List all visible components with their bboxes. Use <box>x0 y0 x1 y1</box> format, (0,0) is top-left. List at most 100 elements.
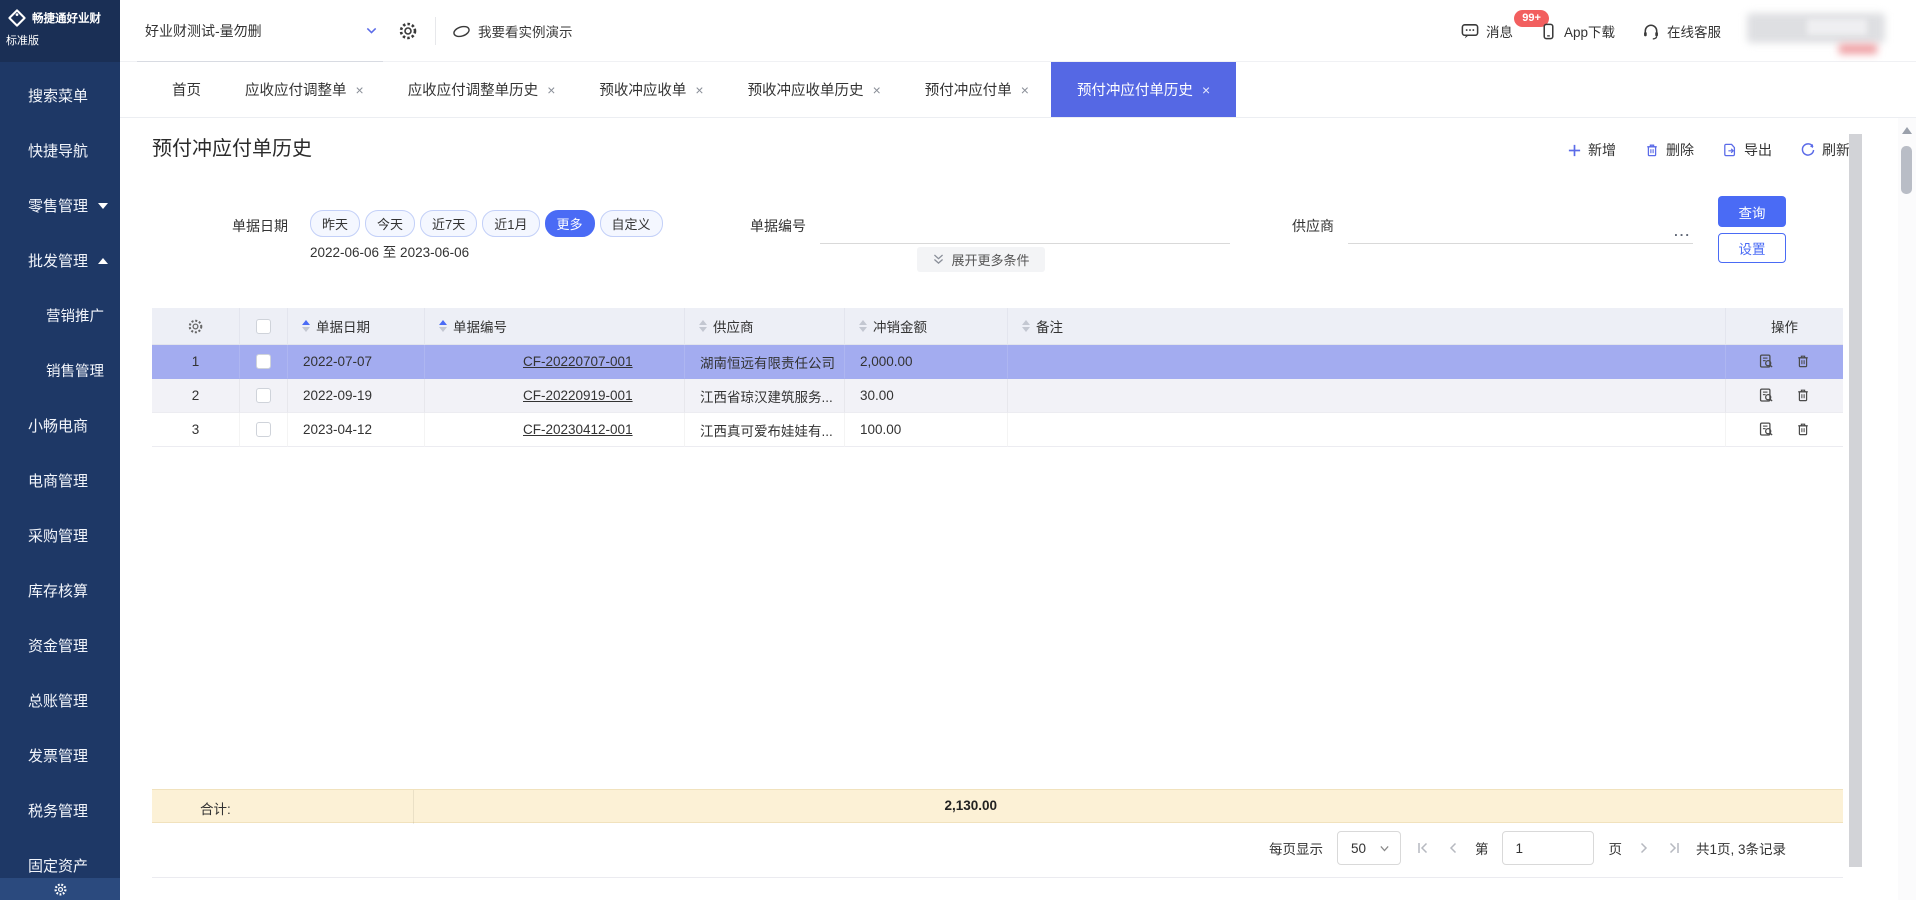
preset-yesterday[interactable]: 昨天 <box>310 210 360 237</box>
delete-row-icon[interactable] <box>1795 353 1811 370</box>
preset-more[interactable]: 更多 <box>545 210 595 237</box>
page-size-select[interactable]: 50 <box>1337 831 1401 865</box>
sidebar-item-marketing[interactable]: 营销推广 <box>0 288 120 343</box>
account-selector[interactable]: 好业财测试-量勿删 <box>137 0 383 62</box>
messages-button[interactable]: 消息 99+ <box>1460 21 1513 41</box>
sort-icons[interactable] <box>859 320 867 332</box>
sidebar-item-tax[interactable]: 税务管理 <box>0 783 120 838</box>
data-table: 单据日期 单据编号 供应商 冲销金额 备注 操作 <box>152 308 1843 447</box>
tab-prepay-offset[interactable]: 预付冲应付单× <box>903 62 1051 117</box>
view-detail-icon[interactable] <box>1758 421 1775 438</box>
view-detail-icon[interactable] <box>1758 387 1775 404</box>
support-button[interactable]: 在线客服 <box>1641 21 1721 41</box>
sidebar-item-invoice[interactable]: 发票管理 <box>0 728 120 783</box>
table-row[interactable]: 2 2022-09-19 CF-20220919-001 江西省琼汉建筑服务..… <box>152 379 1843 413</box>
tab-prepay-offset-history[interactable]: 预付冲应付单历史× <box>1051 62 1236 117</box>
sidebar-item-xiaochang-ecom[interactable]: 小畅电商 <box>0 398 120 453</box>
first-page-button[interactable] <box>1415 840 1431 856</box>
sidebar-item-wholesale[interactable]: 批发管理 <box>0 233 120 288</box>
sidebar-item-quick-nav[interactable]: 快捷导航 <box>0 123 120 178</box>
header-doc-no[interactable]: 单据编号 <box>425 308 685 345</box>
header-supplier[interactable]: 供应商 <box>685 308 845 345</box>
close-icon[interactable]: × <box>873 82 881 98</box>
table-row[interactable]: 1 2022-07-07 CF-20220707-001 湖南恒远有限责任公司 … <box>152 345 1843 379</box>
expand-more-conditions[interactable]: 展开更多条件 <box>917 247 1045 272</box>
sidebar-item-funds[interactable]: 资金管理 <box>0 618 120 673</box>
delete-row-icon[interactable] <box>1795 421 1811 438</box>
row-checkbox[interactable] <box>256 422 271 437</box>
gear-icon[interactable] <box>398 21 418 41</box>
preset-custom[interactable]: 自定义 <box>600 210 663 237</box>
sidebar-item-search-menu[interactable]: 搜索菜单 <box>0 68 120 123</box>
chevron-down-icon <box>98 203 108 209</box>
close-icon[interactable]: × <box>695 82 703 98</box>
sidebar-item-inventory[interactable]: 库存核算 <box>0 563 120 618</box>
cell-amount: 100.00 <box>845 413 1008 447</box>
message-icon <box>1460 21 1480 41</box>
scrollbar-thumb[interactable] <box>1901 146 1912 194</box>
preset-today[interactable]: 今天 <box>365 210 415 237</box>
sidebar-item-fixed-assets[interactable]: 固定资产 <box>0 838 120 878</box>
doc-no-link[interactable]: CF-20220707-001 <box>523 354 633 369</box>
close-icon[interactable]: × <box>1202 82 1210 98</box>
headset-icon <box>1641 21 1661 41</box>
sidebar-item-general-ledger[interactable]: 总账管理 <box>0 673 120 728</box>
header-remark[interactable]: 备注 <box>1008 308 1726 345</box>
preset-last1month[interactable]: 近1月 <box>482 210 539 237</box>
settings-button[interactable]: 设置 <box>1718 233 1786 263</box>
preset-last7days[interactable]: 近7天 <box>420 210 477 237</box>
delete-row-icon[interactable] <box>1795 387 1811 404</box>
close-icon[interactable]: × <box>547 82 555 98</box>
app-window: 畅捷通好业财 标准版 搜索菜单 快捷导航 零售管理 批发管理 营销推广 销售管理… <box>0 0 1916 900</box>
scroll-up-arrow-icon[interactable] <box>1902 127 1912 134</box>
date-range-value[interactable]: 2022-06-06 至 2023-06-06 <box>310 241 469 261</box>
demo-link[interactable]: 我要看实例演示 <box>452 0 573 62</box>
prev-page-button[interactable] <box>1445 840 1461 856</box>
close-icon[interactable]: × <box>356 82 364 98</box>
tab-prereceipt-offset[interactable]: 预收冲应收单× <box>577 62 725 117</box>
sort-icons[interactable] <box>1022 320 1030 332</box>
export-button[interactable]: 导出 <box>1722 140 1772 160</box>
next-page-button[interactable] <box>1636 840 1652 856</box>
sidebar-item-sales[interactable]: 销售管理 <box>0 343 120 398</box>
cell-supplier: 江西省琼汉建筑服务... <box>685 379 845 413</box>
page-scrollbar[interactable] <box>1898 118 1916 900</box>
doc-no-link[interactable]: CF-20230412-001 <box>523 422 633 437</box>
table-row[interactable]: 3 2023-04-12 CF-20230412-001 江西真可爱布娃娃有..… <box>152 413 1843 447</box>
column-settings-cell <box>152 308 240 345</box>
gear-icon[interactable] <box>187 318 204 335</box>
search-button[interactable]: 查询 <box>1718 196 1786 227</box>
sort-icons[interactable] <box>439 320 447 332</box>
header-amount[interactable]: 冲销金额 <box>845 308 1008 345</box>
close-icon[interactable]: × <box>1021 82 1029 98</box>
view-detail-icon[interactable] <box>1758 353 1775 370</box>
tab-prereceipt-offset-history[interactable]: 预收冲应收单历史× <box>726 62 903 117</box>
refresh-icon <box>1800 142 1816 158</box>
delete-button[interactable]: 删除 <box>1644 140 1694 160</box>
row-checkbox[interactable] <box>256 388 271 403</box>
gear-icon[interactable] <box>53 882 68 897</box>
sort-icons[interactable] <box>699 320 707 332</box>
row-checkbox[interactable] <box>256 354 271 369</box>
doc-no-input[interactable] <box>820 214 1230 244</box>
tab-ar-ap-adjust-history[interactable]: 应收应付调整单历史× <box>386 62 578 117</box>
sidebar-item-purchasing[interactable]: 采购管理 <box>0 508 120 563</box>
user-account-blurred[interactable] <box>1747 11 1885 51</box>
add-button[interactable]: 新增 <box>1567 140 1616 160</box>
last-page-button[interactable] <box>1666 840 1682 856</box>
sidebar-item-ecommerce[interactable]: 电商管理 <box>0 453 120 508</box>
supplier-input[interactable]: ... <box>1348 214 1693 244</box>
tab-home[interactable]: 首页 <box>150 62 223 117</box>
total-amount: 2,130.00 <box>845 798 1008 813</box>
header-date[interactable]: 单据日期 <box>288 308 425 345</box>
app-download-button[interactable]: App下载 <box>1539 21 1615 41</box>
supplier-picker-ellipsis[interactable]: ... <box>1674 224 1691 239</box>
refresh-button[interactable]: 刷新 <box>1800 140 1850 160</box>
content-scrollbar[interactable] <box>1849 134 1862 867</box>
doc-no-link[interactable]: CF-20220919-001 <box>523 388 633 403</box>
sidebar-item-retail[interactable]: 零售管理 <box>0 178 120 233</box>
sort-icons[interactable] <box>302 320 310 332</box>
page-number-input[interactable] <box>1502 831 1594 865</box>
tab-ar-ap-adjust[interactable]: 应收应付调整单× <box>223 62 386 117</box>
select-all-checkbox[interactable] <box>256 319 271 334</box>
